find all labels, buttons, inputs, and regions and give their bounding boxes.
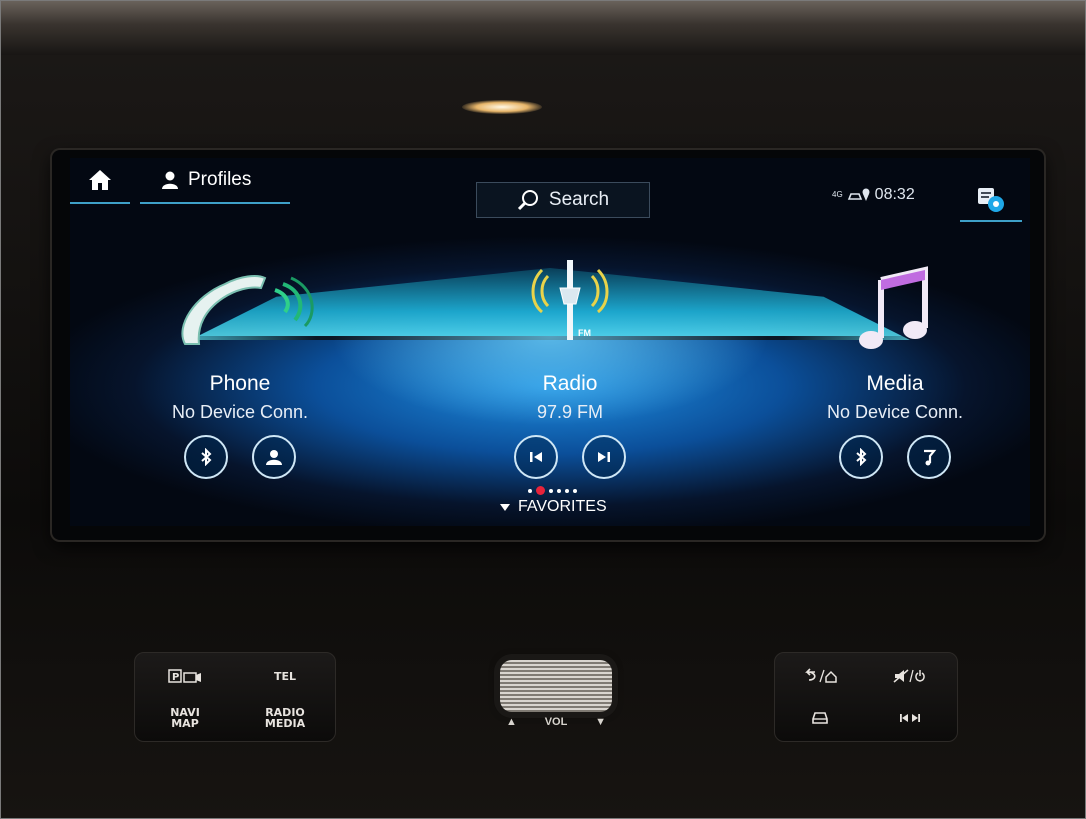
- mute-power-icon: [893, 669, 925, 683]
- notification-gear-icon: [978, 188, 1004, 212]
- home-button[interactable]: [70, 158, 130, 204]
- notifications-button[interactable]: [960, 180, 1022, 222]
- profiles-button[interactable]: Profiles: [140, 158, 290, 204]
- hardware-button-cluster-right: [774, 652, 958, 742]
- page-dot: [557, 488, 561, 493]
- music-note-icon: [859, 266, 928, 349]
- track-skip-button[interactable]: [867, 697, 953, 739]
- search-icon: [517, 190, 538, 211]
- svg-text:P: P: [172, 672, 179, 683]
- phone-title: Phone: [209, 372, 271, 395]
- media-tile[interactable]: Media No Device Conn.: [775, 258, 1015, 479]
- radio-media-label: RADIO MEDIA: [264, 706, 306, 730]
- phone-handset-icon: [181, 275, 314, 345]
- radio-frequency: 97.9 FM: [536, 402, 604, 422]
- page-dot-active: [536, 486, 545, 495]
- volume-down-icon[interactable]: ▼: [595, 716, 606, 728]
- clock: 08:32: [874, 186, 915, 203]
- triangle-down-icon: [500, 503, 510, 511]
- phone-bluetooth-button[interactable]: [184, 435, 228, 479]
- media-bluetooth-button[interactable]: [839, 435, 883, 479]
- radio-next-button[interactable]: [582, 435, 626, 479]
- person-icon: [162, 171, 178, 189]
- page-dot: [565, 488, 569, 493]
- music-source-icon: [924, 449, 937, 466]
- radio-tile[interactable]: FM Radio 97.9 FM: [450, 258, 690, 479]
- favorites-label: FAVORITES: [518, 498, 607, 515]
- hardware-button-cluster-left: P TEL NAVI MAP RADIO MEDIA: [134, 652, 336, 742]
- volume-label: VOL: [544, 716, 568, 728]
- radio-tower-icon: [531, 260, 609, 340]
- back-home-button[interactable]: [777, 655, 863, 697]
- profiles-label: Profiles: [188, 169, 252, 190]
- search-button[interactable]: Search: [476, 182, 650, 218]
- car-icon: [812, 712, 828, 724]
- mute-power-button[interactable]: [867, 655, 953, 697]
- interior-lamp: [462, 100, 542, 114]
- navi-map-label: NAVI MAP: [170, 706, 200, 730]
- skip-forward-icon: [598, 452, 610, 462]
- parking-camera-button[interactable]: P: [137, 655, 233, 697]
- tel-button[interactable]: TEL: [237, 655, 333, 697]
- radio-previous-button[interactable]: [514, 435, 558, 479]
- page-dot: [549, 488, 553, 493]
- volume-label-row: ▲ VOL ▼: [506, 716, 606, 728]
- volume-knob[interactable]: [500, 660, 612, 712]
- infotainment-screen: Profiles Search 4G 08:32 Phone No Device…: [70, 158, 1030, 526]
- car-location-icon: [847, 188, 870, 201]
- phone-contacts-button[interactable]: [252, 435, 296, 479]
- network-4g-label: 4G: [832, 190, 843, 199]
- media-title: Media: [866, 372, 924, 395]
- bluetooth-icon: [856, 448, 867, 466]
- vehicle-button[interactable]: [777, 697, 863, 739]
- back-home-icon: [805, 668, 837, 683]
- page-dot: [528, 488, 532, 493]
- phone-tile[interactable]: Phone No Device Conn.: [120, 258, 360, 479]
- favorites-toggle[interactable]: FAVORITES: [500, 498, 620, 516]
- volume-up-icon[interactable]: ▲: [506, 716, 517, 728]
- bluetooth-icon: [201, 448, 212, 466]
- contacts-icon: [266, 450, 282, 465]
- phone-graphic: [120, 258, 360, 354]
- skip-back-icon: [530, 452, 542, 462]
- skip-previous-next-icon: [900, 714, 920, 722]
- radio-title: Radio: [542, 372, 598, 395]
- car-interior-top: [0, 0, 1086, 60]
- status-area: 4G 08:32: [832, 186, 915, 204]
- media-status: No Device Conn.: [826, 402, 964, 422]
- home-icon: [89, 170, 111, 190]
- media-source-button[interactable]: [907, 435, 951, 479]
- radio-media-button[interactable]: RADIO MEDIA: [237, 697, 333, 739]
- page-indicator[interactable]: [528, 486, 577, 495]
- page-dot: [573, 488, 577, 493]
- radio-graphic: FM: [450, 258, 690, 354]
- phone-status: No Device Conn.: [171, 402, 309, 422]
- fm-band-label: FM: [578, 328, 591, 338]
- navi-map-button[interactable]: NAVI MAP: [137, 697, 233, 739]
- parking-camera-icon: P: [168, 669, 201, 683]
- media-graphic: [775, 258, 1015, 354]
- search-label: Search: [548, 189, 610, 210]
